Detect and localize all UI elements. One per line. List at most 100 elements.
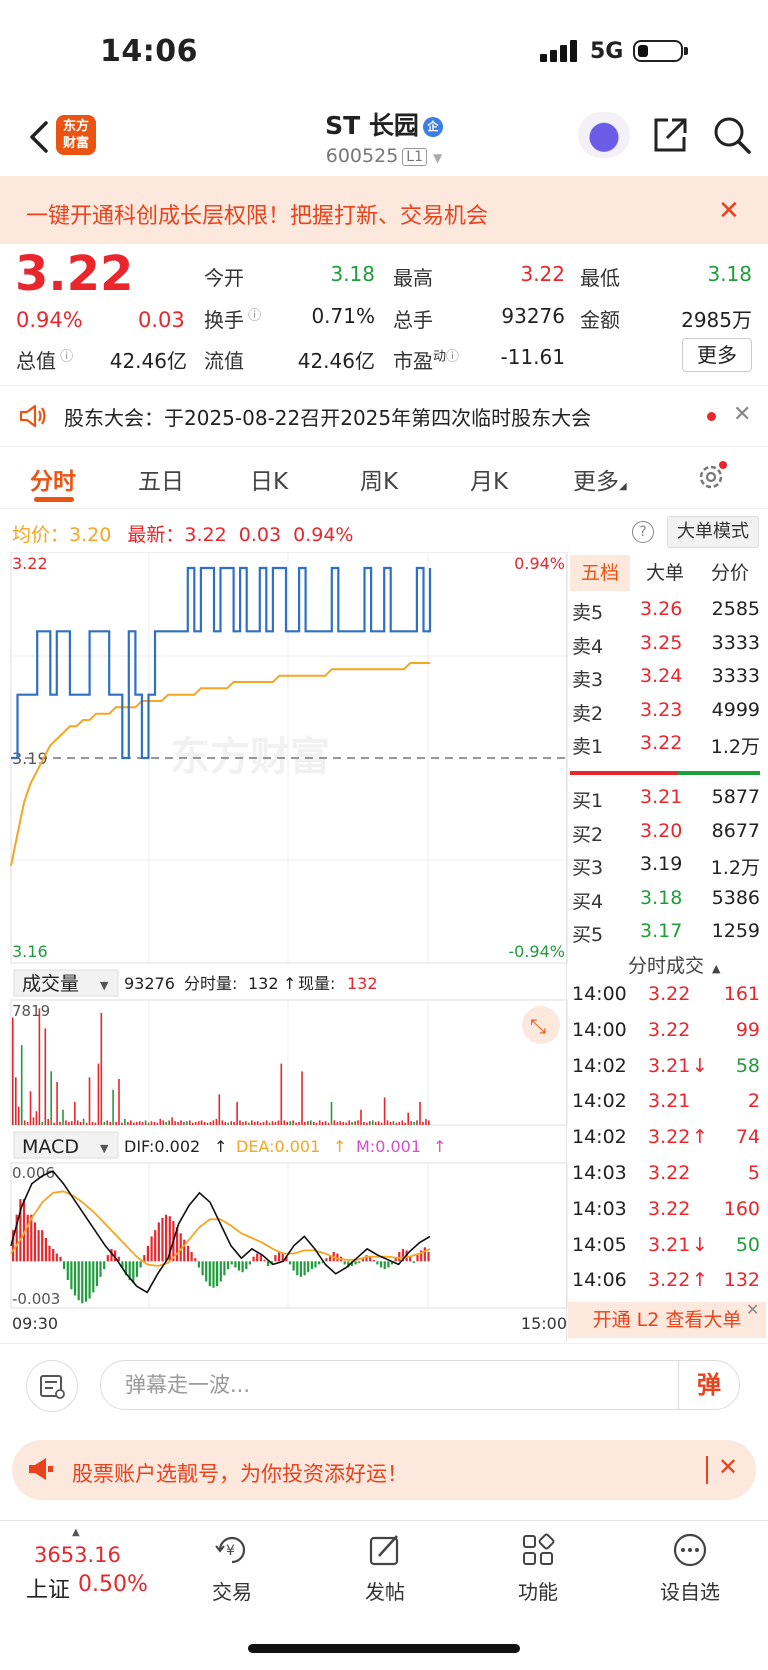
- tab-five-levels[interactable]: 五档: [570, 555, 630, 591]
- volume-bar: [85, 1122, 88, 1125]
- volume-bar: [259, 1122, 262, 1125]
- x-end-label: 15:00: [521, 1314, 567, 1333]
- macd-bar: [165, 1214, 168, 1262]
- nav-functions[interactable]: 功能: [493, 1530, 583, 1605]
- announcement-text[interactable]: 股东大会：于2025-08-22召开2025年第四次临时股东大会: [64, 402, 591, 431]
- share-icon[interactable]: [650, 115, 690, 155]
- trade-row: 14:00 3.22 161: [572, 983, 762, 1013]
- index-change[interactable]: 0.50%: [78, 1572, 148, 1597]
- volume-bar: [32, 1117, 35, 1125]
- close-icon[interactable]: ✕: [718, 196, 740, 226]
- volume-bar: [124, 1118, 126, 1125]
- avg-price-row: 均价：3.20 最新：3.22 0.03 0.94%: [12, 524, 354, 546]
- asks-level-3[interactable]: 卖3 3.24 3333: [572, 665, 760, 695]
- l2-upgrade-button[interactable]: 开通 L2 查看大单: [568, 1302, 766, 1338]
- gear-icon[interactable]: [696, 460, 728, 492]
- ad-text[interactable]: 股票账户选靓号，为你投资添好运！: [72, 1458, 408, 1488]
- bids-level-3[interactable]: 买3 3.19 1.2万: [572, 853, 760, 883]
- help-icon[interactable]: ?: [632, 521, 654, 543]
- danmu-input[interactable]: 弹幕走一波...: [100, 1360, 740, 1410]
- volume-bar: [141, 1121, 144, 1125]
- info-icon[interactable]: ⓘ: [56, 349, 73, 364]
- tab-month-k[interactable]: 月K: [470, 462, 508, 496]
- promo-text[interactable]: 一键开通科创成长层权限！把握打新、交易机会: [26, 198, 488, 230]
- tab-big-orders[interactable]: 大单: [635, 555, 695, 591]
- info-icon[interactable]: ⓘ: [446, 349, 459, 364]
- trade-icon: ¥: [215, 1536, 246, 1564]
- note-icon[interactable]: [26, 1360, 78, 1412]
- nav-post[interactable]: 发帖: [340, 1530, 430, 1605]
- bigorder-mode-button[interactable]: 大单模式: [667, 516, 759, 548]
- bids-level-2[interactable]: 买2 3.20 8677: [572, 820, 760, 850]
- volume-bar: [324, 1121, 327, 1125]
- tab-five-day[interactable]: 五日: [138, 462, 184, 496]
- search-icon[interactable]: [712, 115, 752, 155]
- macd-bar: [412, 1261, 415, 1263]
- macd-bar: [33, 1222, 37, 1262]
- macd-bar: [259, 1255, 262, 1262]
- volume-bar: [395, 1122, 398, 1125]
- macd-bar: [52, 1248, 55, 1262]
- volume-bar: [218, 1094, 221, 1125]
- nav-watchlist[interactable]: 设自选: [645, 1530, 735, 1605]
- volume-bar: [295, 1122, 297, 1125]
- level-volume: 3333: [711, 665, 760, 687]
- trades-header[interactable]: 分时成交 ▲: [628, 951, 720, 978]
- macd-bar: [387, 1261, 390, 1268]
- volume-bar: [330, 1102, 333, 1125]
- volume-bar: [97, 1063, 100, 1125]
- index-name[interactable]: 上证: [26, 1572, 70, 1604]
- change-pct: 0.94%: [16, 308, 83, 332]
- volume-bar: [189, 1120, 191, 1125]
- nav-trade[interactable]: ¥ 交易: [187, 1530, 277, 1605]
- close-icon[interactable]: ✕: [718, 1453, 738, 1481]
- volume-bar: [168, 1120, 170, 1125]
- tab-price-dist[interactable]: 分价: [700, 555, 760, 591]
- close-icon[interactable]: ✕: [733, 402, 751, 427]
- close-icon[interactable]: ✕: [746, 1300, 759, 1319]
- turnover-value: 0.71%: [311, 304, 375, 328]
- macd-bar: [314, 1261, 317, 1268]
- bids-level-5[interactable]: 买5 3.17 1259: [572, 920, 760, 950]
- volume-bar: [153, 1121, 156, 1125]
- tab-week-k[interactable]: 周K: [360, 462, 398, 496]
- volume-bar: [109, 1121, 111, 1125]
- assistant-robot-icon[interactable]: [578, 112, 630, 158]
- volume-bar: [53, 1122, 55, 1125]
- macd-bar: [241, 1261, 244, 1273]
- volume-bar: [366, 1122, 368, 1125]
- volume-bar: [180, 1120, 182, 1125]
- macd-bar: [292, 1261, 295, 1271]
- macd-bar: [358, 1261, 361, 1263]
- bids-level-4[interactable]: 买4 3.18 5386: [572, 887, 760, 917]
- volume-panel-frame: [10, 999, 568, 1126]
- volume-bar: [318, 1120, 321, 1125]
- divider: [0, 385, 768, 386]
- asks-level-2[interactable]: 卖4 3.25 3333: [572, 632, 760, 662]
- tab-intraday[interactable]: 分时: [30, 462, 76, 496]
- volume-bar: [88, 1077, 91, 1125]
- macd-bar: [372, 1259, 375, 1262]
- asks-level-1[interactable]: 卖5 3.26 2585: [572, 598, 760, 628]
- volume-bar: [230, 1121, 232, 1125]
- volume-bar: [351, 1121, 353, 1125]
- volume-bar: [380, 1122, 383, 1125]
- danmu-button[interactable]: 弹: [678, 1361, 739, 1409]
- volume-bar: [183, 1121, 185, 1125]
- asks-level-4[interactable]: 卖2 3.23 4999: [572, 699, 760, 729]
- volume-bar: [313, 1121, 315, 1125]
- divider: [706, 1456, 708, 1484]
- volume-bar: [17, 1106, 20, 1125]
- index-value[interactable]: 3653.16: [34, 1543, 121, 1567]
- tab-more[interactable]: 更多◢: [573, 462, 627, 496]
- trade-volume: 161: [723, 983, 760, 1005]
- volume-bar: [94, 1122, 97, 1125]
- more-button[interactable]: 更多: [682, 338, 752, 372]
- volume-bar: [76, 1120, 79, 1125]
- macd-bar: [216, 1261, 219, 1287]
- info-icon[interactable]: ⓘ: [244, 308, 261, 323]
- bids-level-1[interactable]: 买1 3.21 5877: [572, 786, 760, 816]
- asks-level-5[interactable]: 卖1 3.22 1.2万: [572, 732, 760, 762]
- tab-day-k[interactable]: 日K: [250, 462, 288, 496]
- trade-row: 14:02 3.22 ↑ 74: [572, 1126, 762, 1156]
